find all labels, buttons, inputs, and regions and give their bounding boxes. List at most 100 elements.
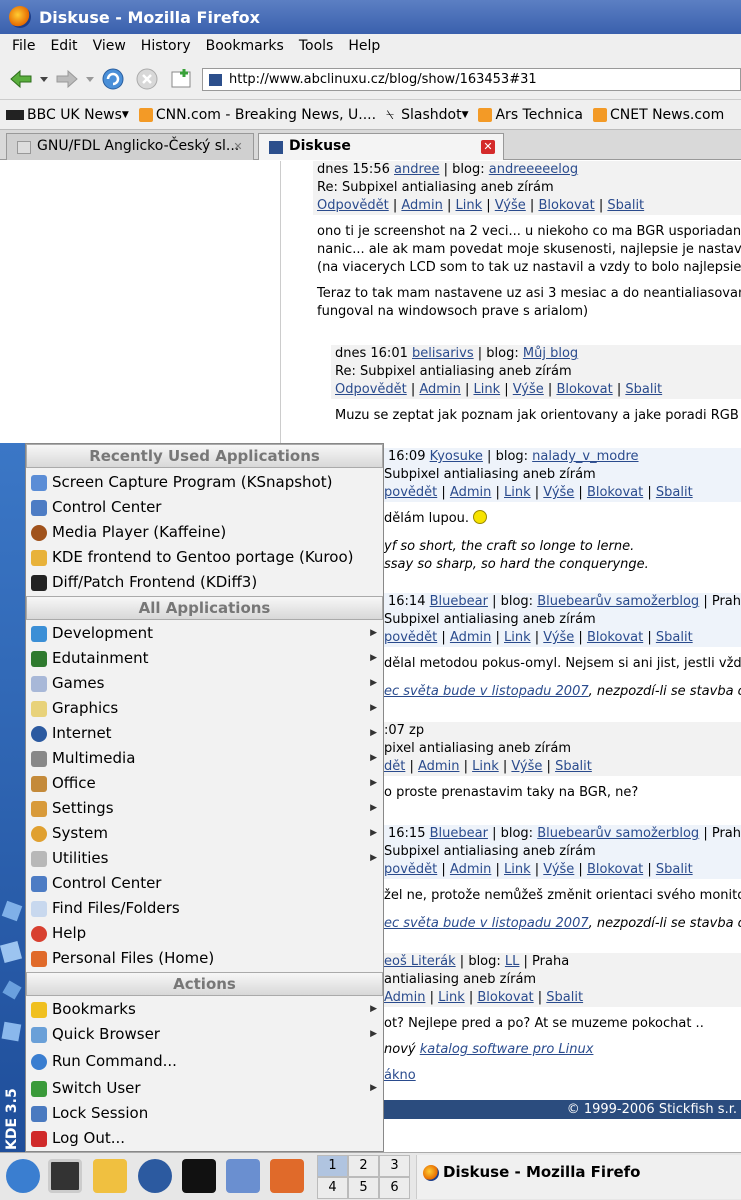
menu-item-development[interactable]: Development ▶	[26, 621, 383, 646]
comment-author-link[interactable]: andree	[394, 162, 440, 177]
tab-diskuse[interactable]: Diskuse ✕	[258, 133, 504, 160]
pager-desktop-1[interactable]: 1	[317, 1155, 348, 1177]
menu-bookmarks[interactable]: Bookmarks	[206, 38, 284, 54]
menu-item-edutainment[interactable]: Edutainment ▶	[26, 646, 383, 671]
menu-file[interactable]: File	[12, 38, 35, 54]
comment-blog-link[interactable]: Bluebearův samožerblog	[537, 594, 699, 609]
menu-view[interactable]: View	[93, 38, 126, 54]
up-link[interactable]: Výše	[543, 862, 574, 877]
admin-link[interactable]: Admin	[450, 485, 491, 500]
back-icon[interactable]	[8, 66, 34, 92]
comment-blog-link[interactable]: nalady_v_modre	[532, 449, 638, 464]
comment-author-link[interactable]: eoš Literák	[384, 954, 456, 969]
page-link[interactable]: ákno	[384, 1068, 416, 1083]
collapse-link[interactable]: Sbalit	[625, 382, 662, 397]
url-input[interactable]: http://www.abclinuxu.cz/blog/show/163453…	[202, 68, 741, 91]
link-link[interactable]: Link	[472, 759, 499, 774]
menu-item-control-center-2[interactable]: Control Center	[26, 871, 383, 896]
admin-link[interactable]: Admin	[450, 630, 491, 645]
editor-icon[interactable]	[93, 1159, 127, 1193]
menu-item-switch-user[interactable]: Switch User ▶	[26, 1076, 383, 1101]
kde-menu-button[interactable]	[6, 1159, 40, 1193]
menu-item-log-out[interactable]: Log Out...	[26, 1126, 383, 1151]
menu-history[interactable]: History	[141, 38, 191, 54]
comment-author-link[interactable]: Bluebear	[430, 594, 488, 609]
menu-item-graphics[interactable]: Graphics ▶	[26, 696, 383, 721]
menu-item-lock-session[interactable]: Lock Session	[26, 1101, 383, 1126]
bookmark-cnn[interactable]: CNN.com - Breaking News, U....	[138, 107, 376, 123]
admin-link[interactable]: Admin	[450, 862, 491, 877]
comment-blog-link[interactable]: andreeeeelog	[489, 162, 578, 177]
collapse-link[interactable]: Sbalit	[555, 759, 592, 774]
terminal-icon[interactable]	[48, 1159, 82, 1193]
home-icon[interactable]	[270, 1159, 304, 1193]
forward-dropdown-icon[interactable]	[84, 66, 96, 92]
menu-item-run-command[interactable]: Run Command...	[26, 1049, 383, 1074]
collapse-link[interactable]: Sbalit	[607, 198, 644, 213]
tab-gnu-fdl[interactable]: GNU/FDL Anglicko-Český sl... ✕	[6, 133, 254, 160]
menu-item-internet[interactable]: Internet ▶	[26, 721, 383, 746]
reply-link[interactable]: Odpovědět	[335, 382, 407, 397]
stop-icon[interactable]	[134, 66, 160, 92]
block-link[interactable]: Blokovat	[587, 862, 643, 877]
comment-author-link[interactable]: Bluebear	[430, 826, 488, 841]
block-link[interactable]: Blokovat	[587, 630, 643, 645]
pager-desktop-6[interactable]: 6	[379, 1177, 410, 1199]
menu-item-bookmarks[interactable]: Bookmarks ▶	[26, 997, 383, 1022]
kwrite-icon[interactable]	[226, 1159, 260, 1193]
link-link[interactable]: Link	[455, 198, 482, 213]
home-icon[interactable]	[168, 66, 194, 92]
menu-tools[interactable]: Tools	[299, 38, 334, 54]
admin-link[interactable]: Admin	[384, 990, 425, 1005]
comment-blog-link[interactable]: Bluebearův samožerblog	[537, 826, 699, 841]
up-link[interactable]: Výše	[543, 485, 574, 500]
comment-blog-link[interactable]: LL	[505, 954, 520, 969]
collapse-link[interactable]: Sbalit	[656, 630, 693, 645]
menu-item-games[interactable]: Games ▶	[26, 671, 383, 696]
konqueror-icon[interactable]	[138, 1159, 172, 1193]
menu-item-system[interactable]: System ▶	[26, 821, 383, 846]
block-link[interactable]: Blokovat	[538, 198, 594, 213]
admin-link[interactable]: Admin	[418, 759, 459, 774]
signature-link[interactable]: ec světa bude v listopadu 2007	[384, 684, 589, 699]
block-link[interactable]: Blokovat	[587, 485, 643, 500]
link-link[interactable]: Link	[438, 990, 465, 1005]
menu-help[interactable]: Help	[348, 38, 380, 54]
menu-item-find-files[interactable]: Find Files/Folders	[26, 896, 383, 921]
block-link[interactable]: Blokovat	[477, 990, 533, 1005]
comment-author-link[interactable]: Kyosuke	[430, 449, 483, 464]
pager-desktop-3[interactable]: 3	[379, 1155, 410, 1177]
reload-icon[interactable]	[100, 66, 126, 92]
link-link[interactable]: Link	[504, 630, 531, 645]
menu-item-help[interactable]: Help	[26, 921, 383, 946]
signature-link[interactable]: ec světa bude v listopadu 2007	[384, 916, 589, 931]
admin-link[interactable]: Admin	[419, 382, 460, 397]
close-tab-icon[interactable]: ✕	[231, 140, 245, 154]
menu-edit[interactable]: Edit	[50, 38, 77, 54]
forward-icon[interactable]	[54, 66, 80, 92]
up-link[interactable]: Výše	[543, 630, 574, 645]
comment-author-link[interactable]: belisarivs	[412, 346, 474, 361]
up-link[interactable]: Výše	[511, 759, 542, 774]
collapse-link[interactable]: Sbalit	[656, 485, 693, 500]
up-link[interactable]: Výše	[513, 382, 544, 397]
menu-item-personal-files[interactable]: Personal Files (Home)	[26, 946, 383, 971]
pager-desktop-5[interactable]: 5	[348, 1177, 379, 1199]
menu-item-utilities[interactable]: Utilities ▶	[26, 846, 383, 871]
menu-item-kuroo[interactable]: KDE frontend to Gentoo portage (Kuroo)	[26, 545, 383, 570]
reply-link[interactable]: povědět	[384, 630, 437, 645]
collapse-link[interactable]: Sbalit	[546, 990, 583, 1005]
block-link[interactable]: Blokovat	[556, 382, 612, 397]
signature-link[interactable]: katalog software pro Linux	[420, 1042, 594, 1057]
bookmark-slashdot[interactable]: ⍀ Slashdot ▼	[386, 107, 468, 123]
collapse-link[interactable]: Sbalit	[656, 862, 693, 877]
link-link[interactable]: Link	[504, 485, 531, 500]
amarok-icon[interactable]	[182, 1159, 216, 1193]
bookmark-bbc[interactable]: BBC UK News ▼	[6, 107, 129, 123]
comment-blog-link[interactable]: Můj blog	[523, 346, 578, 361]
up-link[interactable]: Výše	[495, 198, 526, 213]
taskbar-item-firefox[interactable]: Diskuse - Mozilla Firefo	[416, 1155, 741, 1199]
reply-link[interactable]: dět	[384, 759, 405, 774]
menu-item-control-center[interactable]: Control Center	[26, 495, 383, 520]
reply-link[interactable]: povědět	[384, 862, 437, 877]
